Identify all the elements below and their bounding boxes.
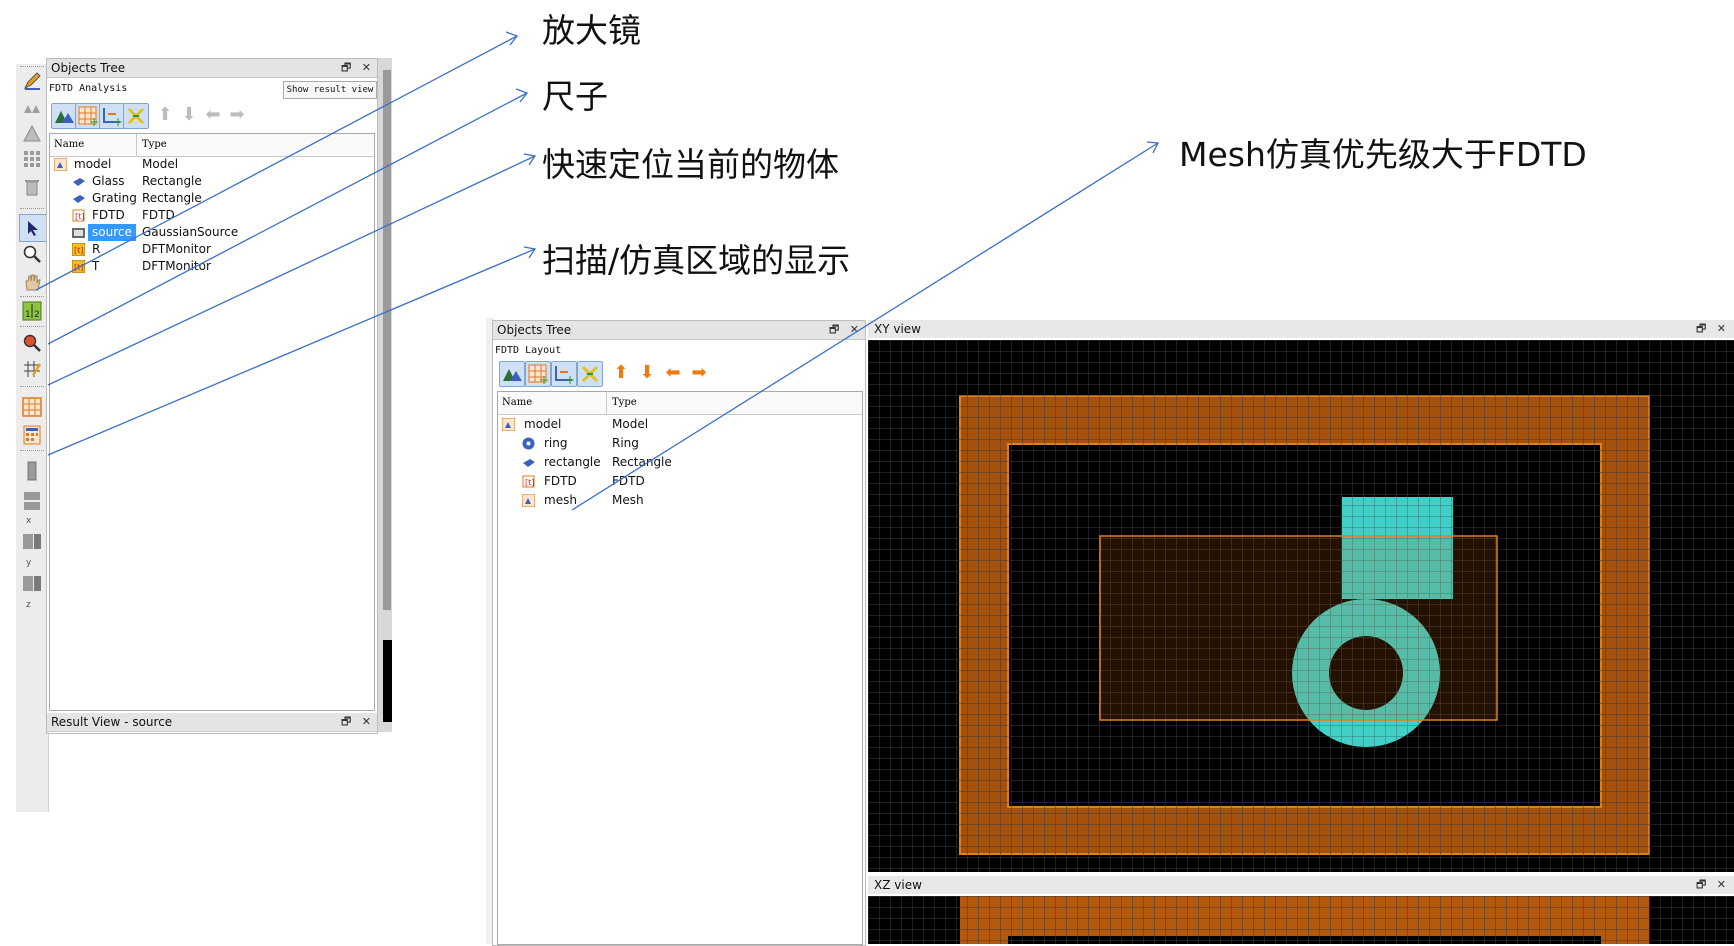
arrowhead	[523, 153, 537, 166]
annotation-mesh-priority: Mesh仿真优先级大于FDTD	[1179, 135, 1587, 174]
annotation-line-scan-region	[47, 248, 536, 456]
annotation-ruler: 尺子	[542, 77, 608, 116]
annotation-line-magnifier	[35, 35, 518, 291]
annotation-line-ruler	[47, 92, 528, 345]
annotation-magnifier: 放大镜	[542, 11, 641, 50]
annotation-locate: 快速定位当前的物体	[542, 145, 839, 184]
annotation-line-locate	[47, 155, 536, 386]
annotation-line-mesh	[571, 142, 1159, 511]
annotation-scan-region: 扫描/仿真区域的显示	[542, 241, 851, 280]
